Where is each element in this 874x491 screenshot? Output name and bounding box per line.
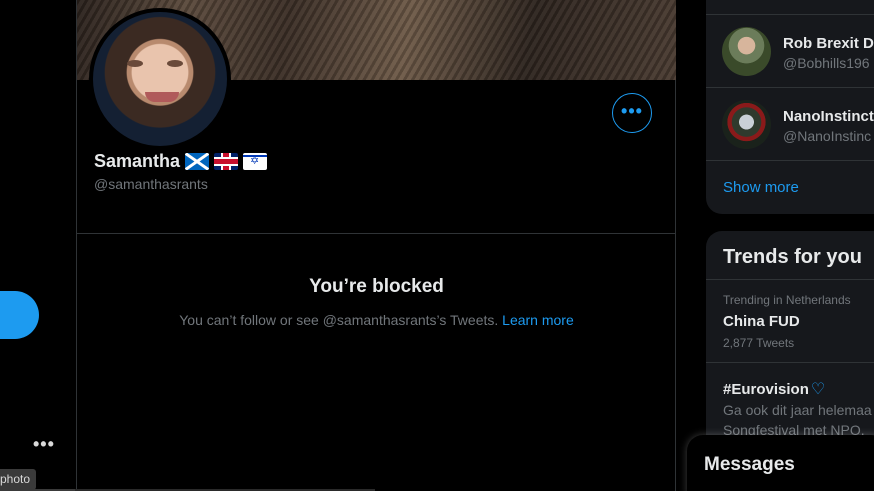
suggestion-handle: @Bobhills196	[783, 55, 870, 71]
profile-column: ••• Samantha @samanthasrants You’re bloc…	[76, 0, 676, 491]
follow-suggestion[interactable]: NanoInstinct @NanoInstinc	[706, 87, 874, 160]
photo-tooltip: photo	[0, 469, 37, 490]
avatar[interactable]	[722, 100, 771, 149]
blocked-message-row: You can’t follow or see @samanthasrants’…	[77, 312, 676, 328]
trend-name[interactable]: China FUD	[723, 313, 800, 330]
trend-name-row[interactable]: #Eurovision ♡	[723, 379, 825, 398]
profile-name-row: Samantha	[94, 151, 268, 172]
blocked-title: You’re blocked	[309, 276, 444, 297]
israel-flag-icon	[243, 153, 268, 170]
suggestion-name: Rob Brexit Do	[783, 35, 874, 52]
suggestion-name: NanoInstinct	[783, 108, 874, 125]
trend-description: Ga ook dit jaar helemaa	[723, 402, 872, 418]
trend-name: #Eurovision	[723, 381, 809, 398]
profile-more-button[interactable]: •••	[612, 93, 652, 133]
more-options-icon[interactable]: •••	[33, 434, 55, 455]
divider	[706, 279, 874, 280]
uk-flag-icon	[214, 153, 239, 170]
follow-suggestion[interactable]: Rob Brexit Do @Bobhills196	[706, 14, 874, 87]
avatar[interactable]	[722, 27, 771, 76]
divider	[77, 233, 676, 234]
trend-meta: Trending in Netherlands	[723, 293, 851, 307]
divider	[706, 160, 874, 161]
profile-avatar[interactable]	[89, 8, 231, 150]
trends-title: Trends for you	[723, 246, 862, 268]
profile-handle: @samanthasrants	[94, 176, 208, 192]
profile-name: Samantha	[94, 151, 181, 171]
heart-icon: ♡	[810, 379, 826, 398]
divider	[706, 362, 874, 363]
learn-more-link[interactable]: Learn more	[502, 312, 574, 328]
trend-tweet-count: 2,877 Tweets	[723, 336, 795, 350]
show-more-link[interactable]: Show more	[723, 179, 799, 196]
suggestion-handle: @NanoInstinc	[783, 128, 872, 144]
messages-title: Messages	[704, 454, 795, 475]
tweet-button[interactable]	[0, 291, 39, 339]
scotland-flag-icon	[185, 153, 210, 170]
blocked-message: You can’t follow or see @samanthasrants’…	[179, 312, 499, 328]
who-to-follow-panel: Rob Brexit Do @Bobhills196 NanoInstinct …	[706, 0, 874, 214]
messages-drawer[interactable]: Messages	[687, 435, 874, 491]
